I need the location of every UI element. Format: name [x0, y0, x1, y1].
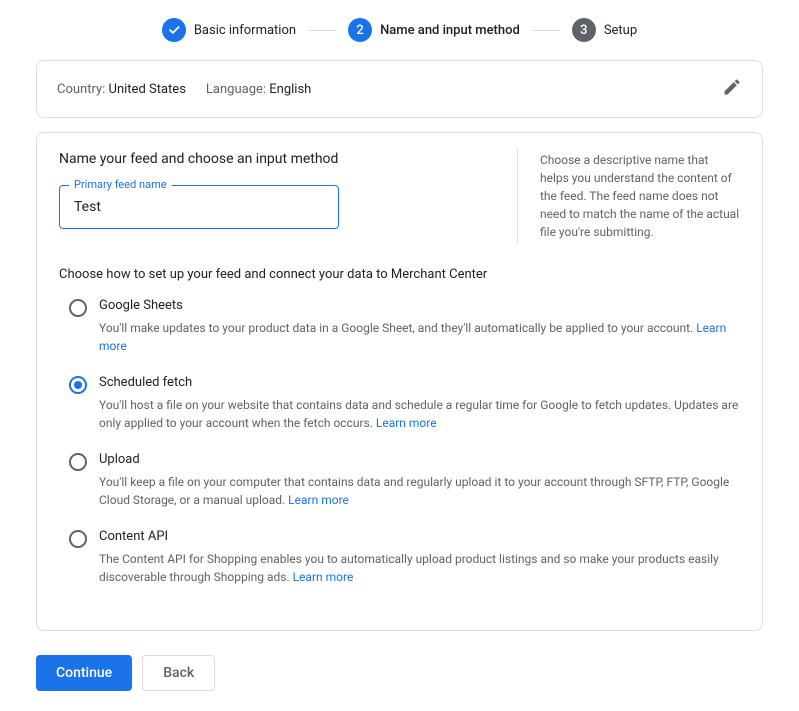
main-card: Name your feed and choose an input metho…: [36, 132, 763, 631]
option-row: Scheduled fetch You'll host a file on you…: [59, 375, 740, 432]
option-description: You'll host a file on your website that …: [99, 396, 740, 432]
option-title: Content API: [99, 529, 740, 544]
stepper: Basic information 2 Name and input metho…: [0, 0, 799, 60]
learn-more-link[interactable]: Learn more: [376, 416, 437, 430]
summary-card: Country: United States Language: English: [36, 60, 763, 118]
vertical-divider: [517, 149, 518, 243]
language-label: Language:: [206, 82, 266, 97]
back-button[interactable]: Back: [142, 655, 215, 691]
option-title: Google Sheets: [99, 298, 740, 313]
option-description: You'll make updates to your product data…: [99, 319, 740, 355]
language-value: English: [269, 82, 311, 97]
learn-more-link[interactable]: Learn more: [288, 493, 349, 507]
check-icon: [162, 18, 186, 42]
option-desc-text: You'll make updates to your product data…: [99, 321, 696, 335]
edit-icon[interactable]: [722, 77, 742, 101]
radio-content-api[interactable]: [69, 530, 87, 548]
feed-name-field-wrap: Primary feed name: [59, 185, 339, 229]
options-header: Choose how to set up your feed and conne…: [59, 267, 740, 282]
step-basic-information[interactable]: Basic information: [162, 18, 296, 42]
option-body: Google Sheets You'll make updates to your…: [99, 298, 740, 355]
option-title: Upload: [99, 452, 740, 467]
feed-name-label: Primary feed name: [69, 178, 172, 191]
step-name-input-method[interactable]: 2 Name and input method: [348, 18, 520, 42]
radio-upload[interactable]: [69, 453, 87, 471]
help-text: Choose a descriptive name that helps you…: [540, 151, 740, 241]
option-row: Content API The Content API for Shopping …: [59, 529, 740, 586]
step-label: Name and input method: [380, 23, 520, 38]
option-desc-text: The Content API for Shopping enables you…: [99, 552, 719, 584]
feed-name-input[interactable]: [59, 185, 339, 229]
step-label: Basic information: [194, 23, 296, 38]
step-number-icon: 2: [348, 18, 372, 42]
country-value: United States: [109, 82, 186, 97]
option-description: You'll keep a file on your computer that…: [99, 473, 740, 509]
option-desc-text: You'll keep a file on your computer that…: [99, 475, 729, 507]
radio-google-sheets[interactable]: [69, 299, 87, 317]
radio-scheduled-fetch[interactable]: [69, 376, 87, 394]
option-description: The Content API for Shopping enables you…: [99, 550, 740, 586]
option-row: Upload You'll keep a file on your compute…: [59, 452, 740, 509]
country-label: Country:: [57, 82, 105, 97]
step-label: Setup: [604, 23, 637, 38]
step-number-icon: 3: [572, 18, 596, 42]
option-body: Content API The Content API for Shopping …: [99, 529, 740, 586]
country-summary: Country: United States: [57, 82, 186, 97]
option-title: Scheduled fetch: [99, 375, 740, 390]
buttons-row: Continue Back: [0, 645, 799, 711]
step-connector: [532, 30, 560, 31]
step-connector: [308, 30, 336, 31]
section-title: Name your feed and choose an input metho…: [59, 151, 495, 167]
learn-more-link[interactable]: Learn more: [293, 570, 354, 584]
continue-button[interactable]: Continue: [36, 655, 132, 691]
option-body: Scheduled fetch You'll host a file on you…: [99, 375, 740, 432]
option-row: Google Sheets You'll make updates to your…: [59, 298, 740, 355]
step-setup[interactable]: 3 Setup: [572, 18, 637, 42]
language-summary: Language: English: [206, 82, 311, 97]
option-body: Upload You'll keep a file on your compute…: [99, 452, 740, 509]
